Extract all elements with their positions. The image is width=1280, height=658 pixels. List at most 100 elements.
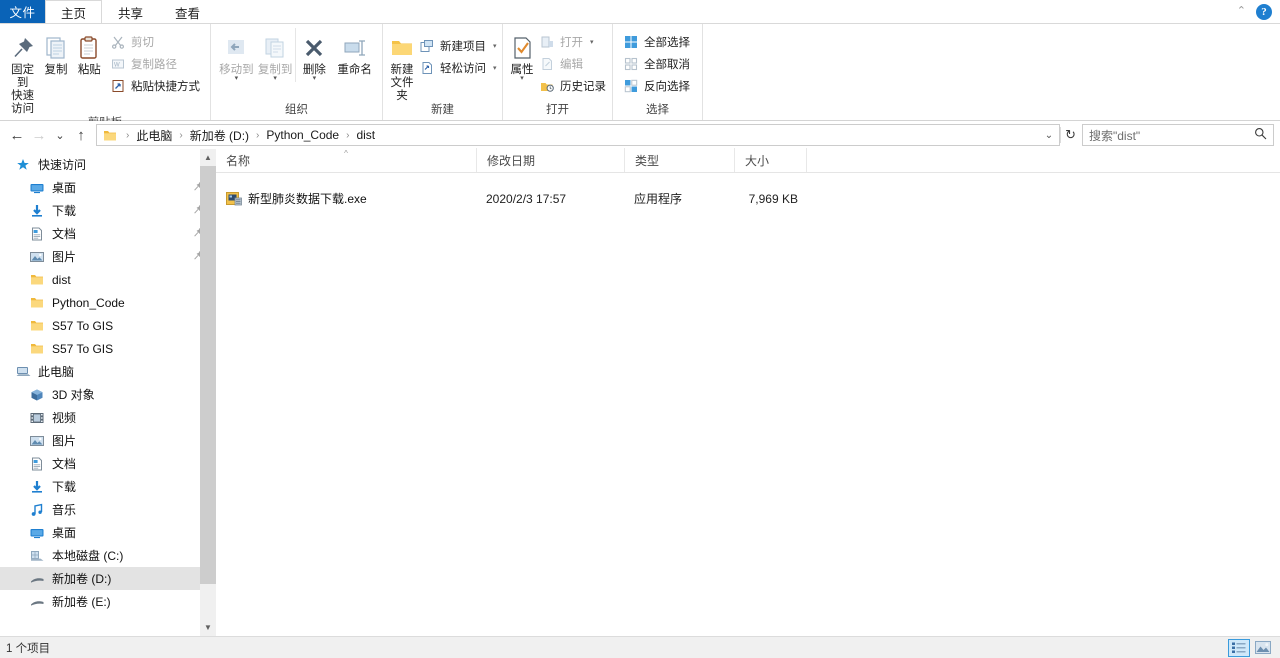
chevron-down-icon[interactable]: ▾	[235, 75, 239, 82]
open-button[interactable]: 打开 ▾	[535, 31, 610, 53]
details-view-button[interactable]	[1228, 638, 1250, 657]
refresh-icon[interactable]: ↻	[1060, 127, 1076, 143]
delete-icon	[301, 32, 327, 64]
rename-button[interactable]: 重命名	[333, 28, 376, 77]
sidebar-item-19[interactable]: 新加卷 (E:)	[0, 590, 216, 613]
new-folder-label: 新建 文件夹	[390, 64, 414, 102]
sidebar-item-label: 快速访问	[38, 158, 87, 172]
tab-home[interactable]: 主页	[45, 0, 103, 23]
chevron-up-icon[interactable]: ⌃	[1237, 6, 1246, 17]
copy-button[interactable]: 复制	[39, 28, 72, 77]
sidebar-item-0[interactable]: 快速访问	[0, 153, 216, 176]
sidebar-item-13[interactable]: 文档	[0, 452, 216, 475]
help-icon[interactable]: ?	[1256, 3, 1272, 20]
scroll-thumb[interactable]	[200, 166, 216, 584]
select-none-button[interactable]: 全部取消	[619, 53, 694, 75]
recent-locations-button[interactable]: ⌄	[50, 124, 70, 146]
chevron-down-icon[interactable]: ▾	[493, 64, 497, 72]
sidebar-item-2[interactable]: 下载	[0, 199, 216, 222]
breadcrumb-separator: ›	[126, 129, 130, 141]
column-header-size[interactable]: 大小	[734, 148, 806, 172]
sidebar-item-3[interactable]: 文档	[0, 222, 216, 245]
copy-to-button[interactable]: 复制到 ▾	[256, 28, 295, 82]
sidebar-item-15[interactable]: 音乐	[0, 498, 216, 521]
breadcrumb[interactable]: › 此电脑 › 新加卷 (D:) › Python_Code › dist ⌄	[96, 124, 1061, 146]
new-item-icon	[419, 38, 435, 54]
chevron-down-icon[interactable]: ▾	[493, 42, 497, 50]
ribbon-group-open: 属性 ▾ 打开 ▾ 编辑 历史记录 打开	[502, 24, 612, 120]
copy-label: 复制	[44, 64, 68, 76]
breadcrumb-item-drive-d[interactable]: 新加卷 (D:)	[188, 127, 251, 144]
column-header-blank[interactable]	[806, 148, 846, 172]
chevron-down-icon[interactable]: ⌄	[1045, 130, 1053, 141]
forward-button[interactable]: →	[28, 124, 50, 146]
pin-to-quick-access-button[interactable]: 固定到 快速访问	[6, 28, 39, 116]
sidebar-item-4[interactable]: 图片	[0, 245, 216, 268]
folder-icon	[28, 273, 46, 286]
new-folder-button[interactable]: 新建 文件夹	[389, 28, 415, 103]
back-button[interactable]: ←	[6, 124, 28, 146]
large-icons-view-button[interactable]	[1252, 639, 1274, 657]
breadcrumb-separator: ›	[346, 129, 350, 141]
sidebar-item-9[interactable]: 此电脑	[0, 360, 216, 383]
chevron-down-icon[interactable]: ▾	[590, 38, 594, 46]
column-header-type[interactable]: 类型	[624, 148, 734, 172]
table-row[interactable]: 新型肺炎数据下载.exe 2020/2/3 17:57 应用程序 7,969 K…	[216, 187, 1280, 210]
sidebar-item-label: dist	[52, 272, 71, 287]
chevron-down-icon[interactable]: ▾	[273, 75, 277, 82]
breadcrumb-item-this-pc[interactable]: 此电脑	[134, 127, 174, 144]
up-button[interactable]: ↑	[70, 124, 92, 146]
delete-button[interactable]: 删除 ▾	[294, 28, 334, 82]
scroll-down-icon[interactable]: ▼	[200, 619, 216, 636]
navigation-scrollbar[interactable]: ▲ ▼	[200, 149, 216, 636]
new-item-button[interactable]: 新建项目 ▾	[415, 35, 501, 57]
copy-path-button[interactable]: W 复制路径	[106, 53, 204, 75]
sidebar-item-17[interactable]: 本地磁盘 (C:)	[0, 544, 216, 567]
scroll-track[interactable]	[200, 166, 216, 619]
invert-selection-button[interactable]: 反向选择	[619, 75, 694, 97]
breadcrumb-item-python-code[interactable]: Python_Code	[264, 128, 341, 142]
history-label: 历史记录	[560, 81, 606, 93]
new-item-label: 新建项目	[440, 41, 486, 53]
sidebar-item-11[interactable]: 视频	[0, 406, 216, 429]
edit-button[interactable]: 编辑	[535, 53, 610, 75]
sidebar-item-18[interactable]: 新加卷 (D:)	[0, 567, 216, 590]
sidebar-item-6[interactable]: Python_Code	[0, 291, 216, 314]
column-header-name[interactable]: 名称	[216, 148, 476, 172]
select-all-button[interactable]: 全部选择	[619, 31, 694, 53]
easy-access-button[interactable]: 轻松访问 ▾	[415, 57, 501, 79]
sidebar-item-1[interactable]: 桌面	[0, 176, 216, 199]
column-header-date[interactable]: 修改日期	[476, 148, 624, 172]
sidebar-item-5[interactable]: dist	[0, 268, 216, 291]
scroll-up-icon[interactable]: ▲	[200, 149, 216, 166]
sidebar-item-7[interactable]: S57 To GIS	[0, 314, 216, 337]
sidebar-item-14[interactable]: 下载	[0, 475, 216, 498]
select-all-label: 全部选择	[644, 37, 690, 49]
tab-view[interactable]: 查看	[159, 0, 217, 23]
breadcrumb-actions: ⌄	[1045, 130, 1053, 141]
rename-label: 重命名	[337, 64, 372, 76]
tab-share[interactable]: 共享	[102, 0, 160, 23]
sidebar-item-12[interactable]: 图片	[0, 429, 216, 452]
paste-shortcut-button[interactable]: 粘贴快捷方式	[106, 75, 204, 97]
history-button[interactable]: 历史记录	[535, 75, 610, 97]
chevron-down-icon[interactable]: ▾	[520, 75, 524, 82]
file-name-cell[interactable]: 新型肺炎数据下载.exe	[216, 190, 476, 207]
paste-button[interactable]: 粘贴	[73, 28, 106, 77]
breadcrumb-item-dist[interactable]: dist	[354, 128, 377, 142]
chevron-down-icon[interactable]: ▾	[313, 75, 317, 82]
cut-button[interactable]: 剪切	[106, 31, 204, 53]
tab-file[interactable]: 文件	[0, 0, 45, 23]
search-input[interactable]: 搜索"dist"	[1082, 124, 1274, 146]
search-icon[interactable]	[1254, 127, 1267, 143]
star-icon	[14, 158, 32, 172]
sidebar-item-16[interactable]: 桌面	[0, 521, 216, 544]
tab-home-label: 主页	[61, 6, 87, 21]
sidebar-item-8[interactable]: S57 To GIS	[0, 337, 216, 360]
sidebar-item-10[interactable]: 3D 对象	[0, 383, 216, 406]
edit-label: 编辑	[560, 59, 583, 71]
details-view-icon	[1232, 642, 1246, 653]
sidebar-item-label: 桌面	[52, 526, 77, 540]
properties-button[interactable]: 属性 ▾	[509, 28, 535, 82]
move-to-button[interactable]: 移动到 ▾	[217, 28, 256, 82]
